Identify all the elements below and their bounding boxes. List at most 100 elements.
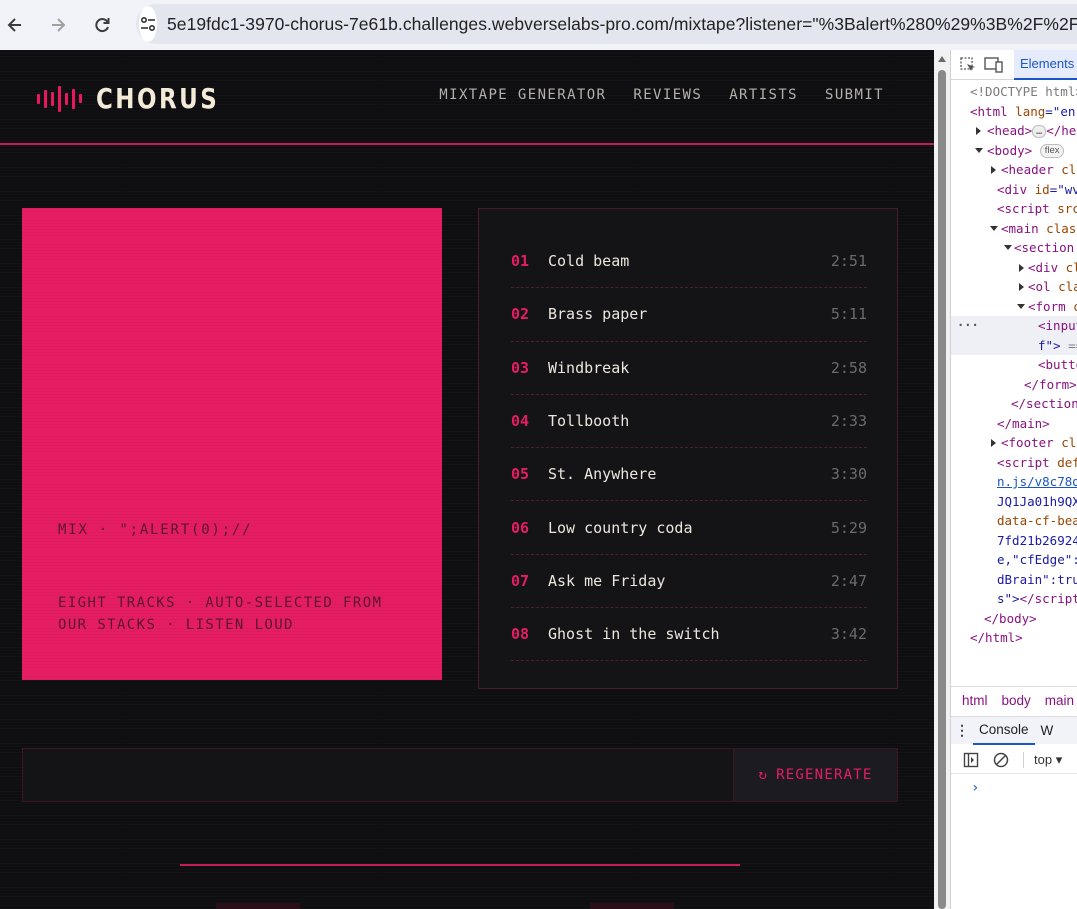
dom-node[interactable]: <header class (951, 160, 1077, 180)
url-text[interactable]: 5e19fdc1-3970-chorus-7e61b.challenges.we… (167, 14, 1077, 35)
attr-text: data-cf-bea (997, 513, 1077, 528)
drawer-menu-icon[interactable]: ⋮ (951, 723, 973, 739)
track-duration: 5:29 (830, 518, 867, 537)
dom-node[interactable]: <footer cla (951, 433, 1077, 453)
breadcrumb-main[interactable]: main (1045, 693, 1074, 708)
track-title: Cold beam (548, 252, 630, 271)
attr-text: cla (1061, 435, 1077, 450)
nav-mixtape-generator[interactable]: MIXTAPE GENERATOR (439, 87, 606, 103)
regenerate-label: REGENERATE (776, 767, 873, 783)
flex-badge[interactable]: flex (1039, 144, 1065, 158)
dom-node[interactable]: e,"cfEdge": (951, 550, 1077, 570)
tag-text: <div (997, 181, 1028, 197)
ellipsis-icon[interactable]: … (1032, 125, 1047, 138)
dom-node[interactable]: s"></script (951, 589, 1077, 609)
scroll-up-arrow-icon[interactable] (938, 56, 946, 62)
tab-drawer-second[interactable]: W (1041, 723, 1054, 738)
more-options-icon[interactable]: ··· (957, 316, 979, 336)
dom-node-selected[interactable]: ··· <input (951, 316, 1077, 336)
dropdown-arrow-icon: ▾ (1055, 751, 1063, 767)
dom-node[interactable]: <div cl (951, 258, 1077, 278)
tag-text: <head> (987, 123, 1033, 138)
attr-text: class (1061, 162, 1077, 177)
site-info-icon[interactable] (139, 6, 157, 42)
track-list: 01 Cold beam 2:51 02 Brass paper 5:11 03 Wind… (511, 235, 867, 662)
track-number: 08 (511, 625, 530, 644)
scroll-thumb[interactable] (938, 70, 946, 909)
regenerate-button[interactable]: ↻ REGENERATE (733, 749, 897, 801)
dom-node[interactable]: <div id="wv (951, 180, 1077, 200)
context-selector[interactable]: top ▾ (1023, 751, 1063, 768)
tag-text: </head> (1046, 123, 1077, 138)
footer-divider (180, 864, 740, 866)
console-prompt-icon[interactable]: › (971, 780, 979, 796)
attr-value-text: e,"cfEdge": (997, 552, 1077, 567)
dom-node[interactable]: <section (951, 238, 1077, 258)
cover-title: MIX · ";ALERT(0);// (58, 522, 253, 538)
dom-node[interactable]: <head>…</head> (951, 121, 1077, 141)
track-row: 03 Windbreak 2:58 (511, 342, 867, 395)
context-label: top (1034, 751, 1053, 767)
dom-node[interactable]: JQ1Ja01h9QX (951, 492, 1077, 512)
nav-artists[interactable]: ARTISTS (729, 87, 798, 103)
tab-elements[interactable]: Elements (1014, 50, 1077, 80)
doctype-text: <!DOCTYPE html> (970, 84, 1077, 99)
dom-node[interactable]: </html> (951, 628, 1077, 648)
page-scrollbar[interactable] (934, 50, 950, 909)
dom-node[interactable]: data-cf-bea (951, 511, 1077, 531)
track-number: 03 (511, 358, 530, 377)
breadcrumb-body[interactable]: body (1002, 693, 1031, 708)
collapse-triangle-icon[interactable] (975, 147, 983, 153)
dom-node[interactable]: <form c (951, 297, 1077, 317)
sidebar-toggle-icon[interactable] (961, 750, 981, 770)
expand-triangle-icon[interactable] (1019, 283, 1024, 291)
device-toolbar-icon[interactable] (984, 54, 1004, 76)
attr-text: lang (1007, 103, 1046, 119)
dom-node[interactable]: <butto (951, 355, 1077, 375)
dom-node[interactable]: </main> (951, 414, 1077, 434)
dom-node[interactable]: dBrain":tru (951, 570, 1077, 590)
track-duration: 3:30 (830, 465, 867, 484)
dom-node[interactable]: <ol cla (951, 277, 1077, 297)
logo[interactable]: CHORUS (37, 82, 246, 115)
tag-text: <body> (987, 142, 1033, 158)
dom-node[interactable]: </body> (951, 609, 1077, 629)
dom-node-selected[interactable]: f"> == (951, 335, 1077, 355)
dom-node[interactable]: n.js/v8c78d (951, 472, 1077, 492)
dom-node[interactable]: <!DOCTYPE html> (951, 82, 1077, 102)
expand-triangle-icon[interactable] (1019, 263, 1024, 272)
dom-node[interactable]: <main class (951, 219, 1077, 239)
dom-node[interactable]: </form> (951, 375, 1077, 395)
tag-text: </html> (970, 630, 1023, 645)
dom-tree: <!DOCTYPE html> <html lang="en" <head>…<… (951, 82, 1077, 648)
devtools-toolbar: Elements (951, 50, 1077, 80)
dom-node[interactable]: <script def (951, 453, 1077, 473)
tag-text: </form> (1024, 376, 1077, 392)
back-arrow-icon[interactable] (0, 10, 30, 40)
main-nav: MIXTAPE GENERATOR REVIEWS ARTISTS SUBMIT (439, 87, 884, 103)
reload-icon[interactable] (87, 10, 117, 40)
inspect-element-icon[interactable] (959, 54, 977, 76)
expand-triangle-icon[interactable] (991, 439, 996, 447)
expand-triangle-icon[interactable] (991, 166, 996, 174)
address-bar[interactable]: 5e19fdc1-3970-chorus-7e61b.challenges.we… (136, 4, 1077, 44)
nav-submit[interactable]: SUBMIT (825, 87, 884, 103)
attr-text: c (1066, 299, 1077, 314)
dom-node[interactable]: <body> flex (951, 141, 1077, 161)
breadcrumb-html[interactable]: html (962, 693, 988, 708)
tab-console[interactable]: Console (973, 717, 1035, 745)
dom-node[interactable]: <html lang="en" (951, 102, 1077, 122)
dom-node[interactable]: 7fd21b26924 (951, 531, 1077, 551)
clear-console-icon[interactable] (991, 750, 1011, 770)
dom-node[interactable]: <script src (951, 199, 1077, 219)
dom-node[interactable]: </section (951, 394, 1077, 414)
collapse-triangle-icon[interactable] (1004, 245, 1012, 250)
collapse-triangle-icon[interactable] (1017, 303, 1025, 309)
nav-reviews[interactable]: REVIEWS (633, 87, 702, 103)
script-link[interactable]: n.js/v8c78d (997, 474, 1077, 489)
collapse-triangle-icon[interactable] (990, 225, 998, 231)
expand-triangle-icon[interactable] (976, 127, 981, 135)
attr-value-text: s"> (997, 591, 1020, 606)
listener-input[interactable] (23, 749, 733, 801)
forward-arrow-icon[interactable] (43, 10, 73, 40)
